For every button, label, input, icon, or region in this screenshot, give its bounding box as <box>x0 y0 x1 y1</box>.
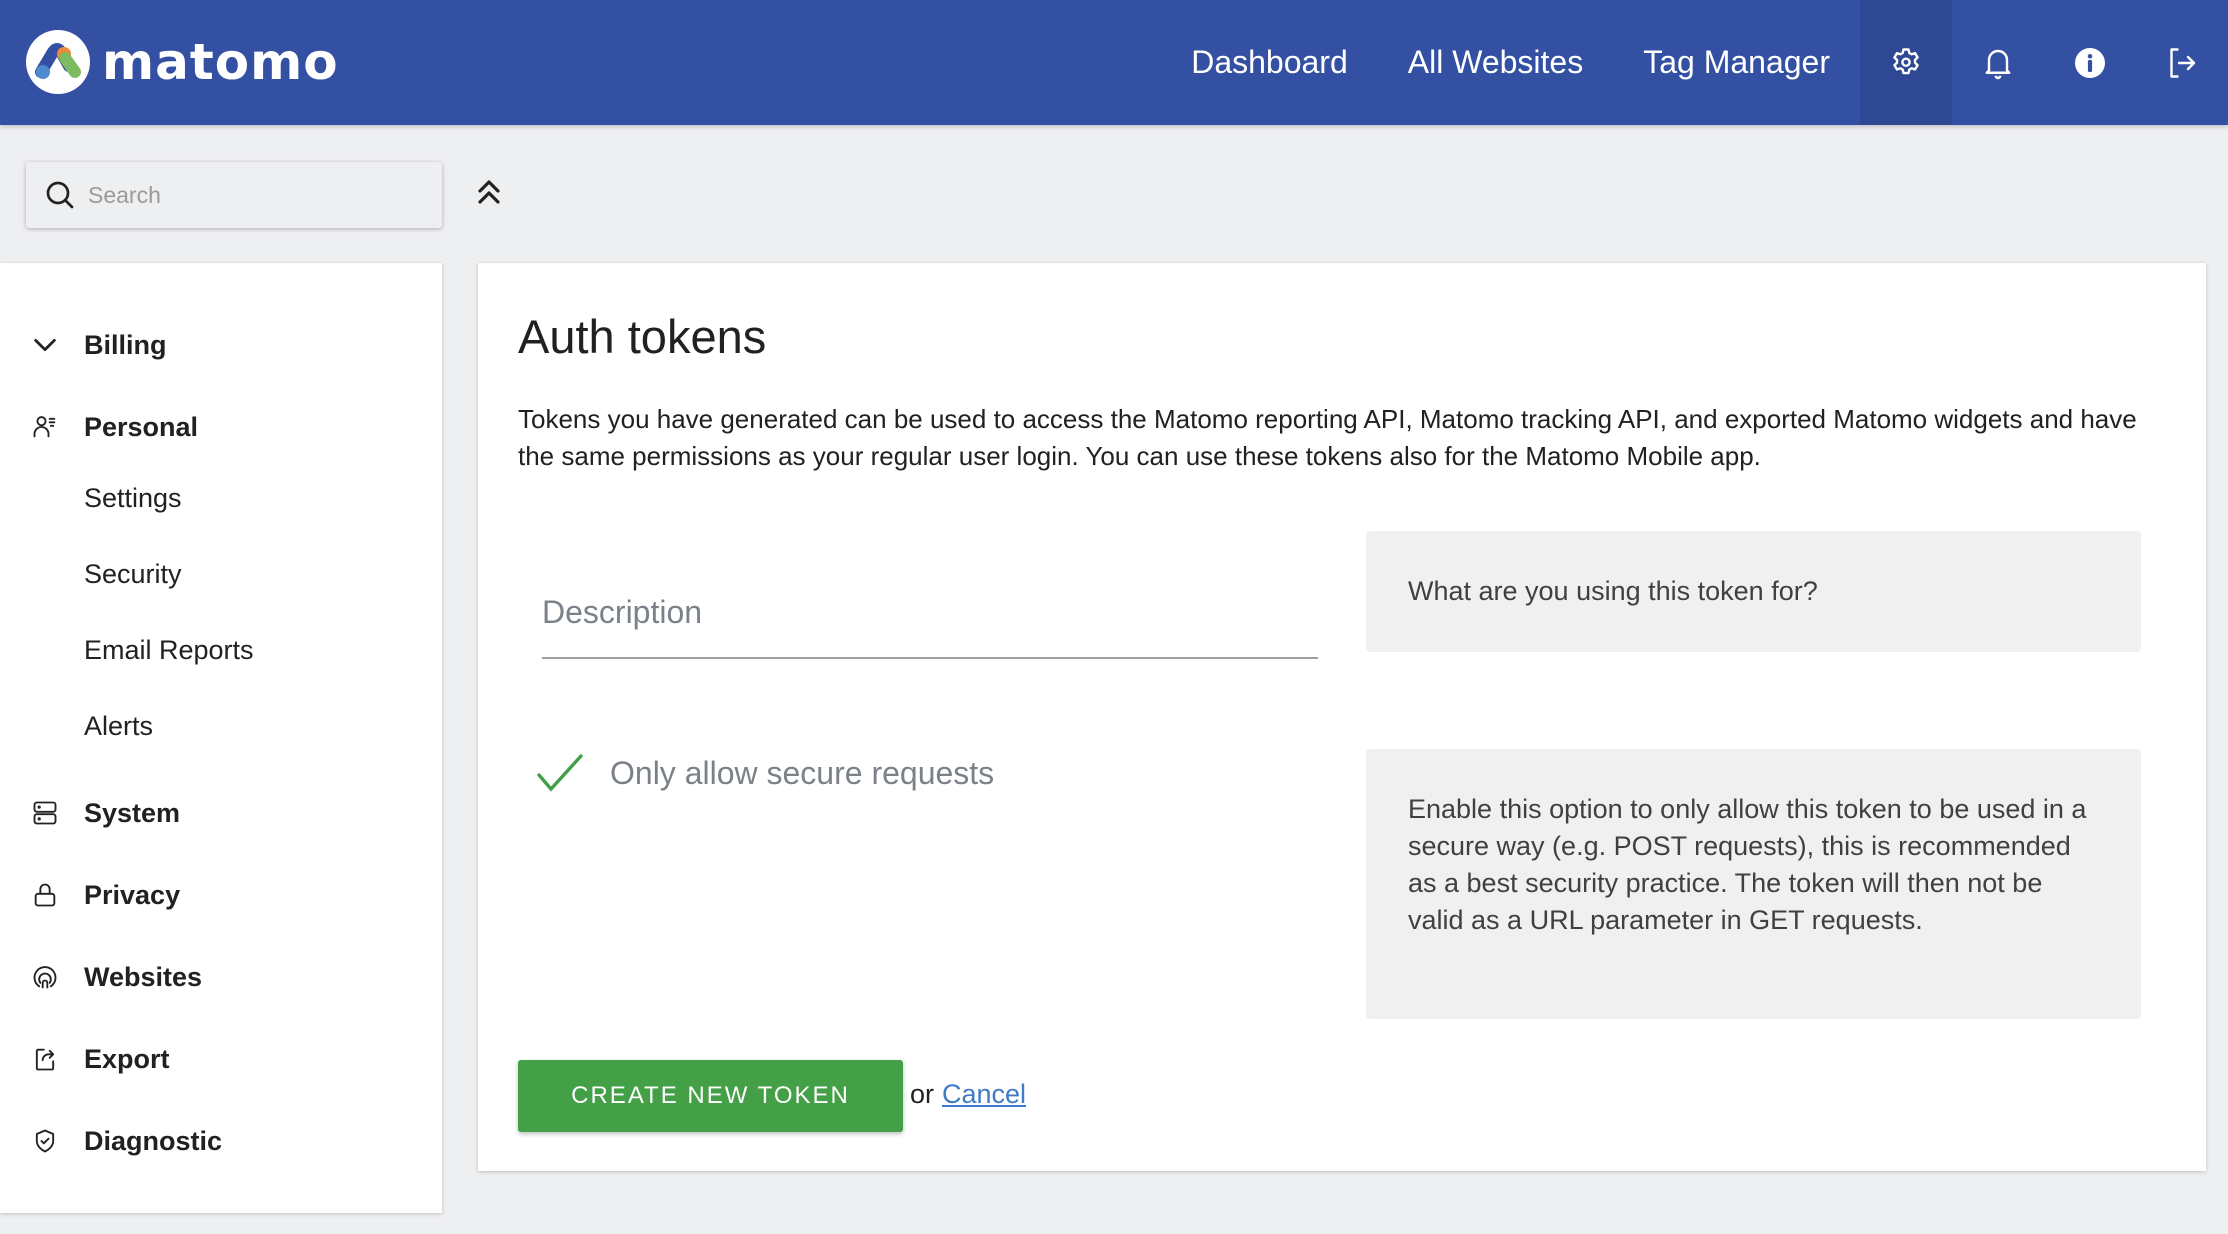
sidebar-item-websites[interactable]: Websites <box>0 947 442 1007</box>
sidebar-item-billing[interactable]: Billing <box>0 315 442 375</box>
create-new-token-button[interactable]: CREATE NEW TOKEN <box>518 1060 903 1132</box>
nav-dashboard[interactable]: Dashboard <box>1191 44 1348 81</box>
double-chevron-up-icon <box>478 180 500 204</box>
sidebar-item-label: Settings <box>84 482 182 513</box>
cancel-link[interactable]: Cancel <box>942 1079 1026 1110</box>
sidebar-item-export[interactable]: Export <box>0 1029 442 1089</box>
sidebar-item-personal[interactable]: Personal <box>0 397 442 457</box>
collapse-menu-button[interactable] <box>474 175 504 209</box>
help-button[interactable] <box>2044 0 2136 125</box>
admin-sidebar: Billing Personal Settings Security Email… <box>0 263 442 1213</box>
top-nav: Dashboard All Websites Tag Manager <box>1191 0 2228 125</box>
logout-button[interactable] <box>2136 0 2228 125</box>
checkmark-icon <box>537 754 583 792</box>
page-title: Auth tokens <box>518 310 767 363</box>
secure-only-help: Enable this option to only allow this to… <box>1366 749 2141 1019</box>
description-help: What are you using this token for? <box>1366 531 2141 652</box>
sidebar-item-label: Export <box>84 1043 170 1074</box>
user-list-icon <box>30 412 60 442</box>
matomo-logo[interactable]: matomo <box>26 30 339 94</box>
bell-icon <box>1985 49 2011 79</box>
intro-text: Tokens you have generated can be used to… <box>518 404 2137 471</box>
nav-all-websites[interactable]: All Websites <box>1408 44 1583 81</box>
sidebar-item-label: Privacy <box>84 879 181 910</box>
top-bar: matomo Dashboard All Websites Tag Manage… <box>0 0 2228 125</box>
sidebar-item-label: Diagnostic <box>84 1125 223 1156</box>
sidebar-item-label: Websites <box>84 961 203 992</box>
secure-only-checkbox[interactable]: Only allow secure requests <box>536 753 994 793</box>
logo-icon <box>26 30 90 94</box>
sidebar-item-label: System <box>84 797 181 828</box>
secure-only-help-text: Enable this option to only allow this to… <box>1408 794 2087 935</box>
description-field[interactable] <box>542 563 1318 659</box>
nav-tag-manager[interactable]: Tag Manager <box>1643 44 1830 81</box>
admin-button[interactable] <box>1860 0 1952 125</box>
sidebar-item-alerts[interactable]: Alerts <box>0 696 442 756</box>
export-icon <box>30 1044 60 1074</box>
info-icon <box>2075 47 2105 78</box>
or-text: or <box>910 1079 935 1109</box>
sidebar-item-label: Security <box>84 558 182 589</box>
websites-icon <box>30 962 60 992</box>
secure-only-label: Only allow secure requests <box>610 754 995 791</box>
sidebar-item-email-reports[interactable]: Email Reports <box>0 620 442 680</box>
lock-icon <box>30 880 60 910</box>
sidebar-item-label: Billing <box>84 329 167 360</box>
sidebar-item-label: Alerts <box>84 710 154 741</box>
gear-icon <box>1893 47 1919 74</box>
chevron-down-icon <box>30 330 60 360</box>
sidebar-item-system[interactable]: System <box>0 783 442 843</box>
sidebar-item-settings[interactable]: Settings <box>0 468 442 528</box>
sidebar-item-label: Email Reports <box>84 634 254 665</box>
search-icon <box>46 181 74 209</box>
sidebar-item-label: Personal <box>84 411 199 442</box>
description-input[interactable] <box>542 594 1318 631</box>
sidebar-item-security[interactable]: Security <box>0 544 442 604</box>
shield-check-icon <box>30 1126 60 1156</box>
logo-text: matomo <box>102 33 339 91</box>
notifications-button[interactable] <box>1952 0 2044 125</box>
sidebar-item-diagnostic[interactable]: Diagnostic <box>0 1111 442 1171</box>
description-help-text: What are you using this token for? <box>1408 576 1818 606</box>
search-input[interactable] <box>88 181 428 209</box>
auth-tokens-card: Auth tokens Tokens you have generated ca… <box>478 263 2206 1171</box>
server-icon <box>30 798 60 828</box>
menu-search[interactable] <box>26 162 442 228</box>
logout-icon <box>2170 47 2196 78</box>
sidebar-item-privacy[interactable]: Privacy <box>0 865 442 925</box>
